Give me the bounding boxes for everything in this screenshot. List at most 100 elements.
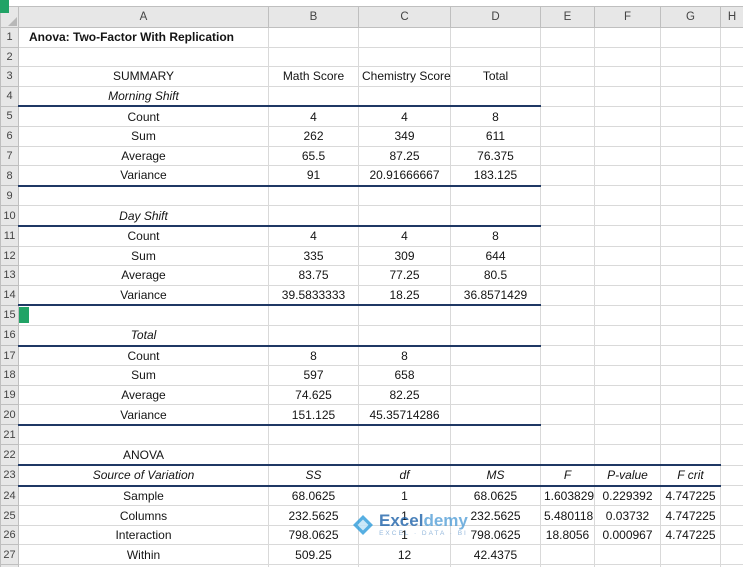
row-header-8[interactable]: 8	[0, 165, 19, 187]
row-header-3[interactable]: 3	[0, 66, 19, 87]
cell-D12[interactable]: 644	[450, 246, 541, 267]
cell-G1[interactable]	[660, 27, 721, 48]
cell-H4[interactable]	[720, 86, 743, 107]
column-header-G[interactable]: G	[660, 6, 721, 28]
cell-F1[interactable]	[594, 27, 661, 48]
cell-G8[interactable]	[660, 165, 721, 187]
cell-H10[interactable]	[720, 205, 743, 227]
row-header-6[interactable]: 6	[0, 125, 19, 147]
cell-A27[interactable]: Within	[18, 544, 269, 566]
cell-H6[interactable]	[720, 126, 743, 147]
cell-B21[interactable]	[268, 424, 359, 446]
cell-C5[interactable]: 4	[358, 106, 451, 127]
cell-F12[interactable]	[594, 246, 661, 267]
cell-D11[interactable]: 8	[450, 225, 541, 247]
cell-E23[interactable]: F	[540, 465, 595, 487]
cell-B27[interactable]: 509.25	[268, 544, 359, 566]
cell-H17[interactable]	[720, 345, 743, 367]
cell-B26[interactable]: 798.0625	[268, 525, 359, 546]
cell-E7[interactable]	[540, 146, 595, 167]
column-header-B[interactable]: B	[268, 6, 359, 28]
cell-C16[interactable]	[358, 325, 451, 347]
cell-C9[interactable]	[358, 185, 451, 207]
cell-E3[interactable]	[540, 66, 595, 87]
cell-F17[interactable]	[594, 345, 661, 367]
cell-H16[interactable]	[720, 325, 743, 347]
row-header-18[interactable]: 18	[0, 365, 19, 386]
cell-B8[interactable]: 91	[268, 165, 359, 187]
cell-D10[interactable]	[450, 205, 541, 227]
cell-B15[interactable]	[268, 305, 359, 326]
cell-E6[interactable]	[540, 126, 595, 147]
cell-F8[interactable]	[594, 165, 661, 187]
cell-B7[interactable]: 65.5	[268, 146, 359, 167]
row-header-12[interactable]: 12	[0, 245, 19, 267]
cell-C25[interactable]: 1	[358, 505, 451, 526]
cell-F14[interactable]	[594, 285, 661, 306]
cell-D22[interactable]	[450, 444, 541, 467]
cell-B16[interactable]	[268, 325, 359, 347]
cell-F24[interactable]: 0.229392	[594, 485, 661, 507]
cell-D5[interactable]: 8	[450, 106, 541, 127]
cell-C12[interactable]: 309	[358, 246, 451, 267]
cell-D9[interactable]	[450, 185, 541, 207]
cell-G13[interactable]	[660, 265, 721, 286]
cell-F15[interactable]	[594, 305, 661, 326]
cell-A8[interactable]: Variance	[18, 165, 269, 187]
cell-A15[interactable]	[18, 305, 269, 326]
row-header-7[interactable]: 7	[0, 145, 19, 167]
cell-H27[interactable]	[720, 544, 743, 566]
cell-C19[interactable]: 82.25	[358, 385, 451, 406]
cell-H19[interactable]	[720, 385, 743, 406]
row-header-1[interactable]: 1	[0, 27, 19, 48]
cell-A14[interactable]: Variance	[18, 285, 269, 307]
cell-F18[interactable]	[594, 365, 661, 386]
row-header-26[interactable]: 26	[0, 524, 19, 546]
cell-F25[interactable]: 0.03732	[594, 505, 661, 526]
cell-B18[interactable]: 597	[268, 365, 359, 386]
cell-G3[interactable]	[660, 66, 721, 87]
cell-C8[interactable]: 20.91666667	[358, 165, 451, 187]
cell-G10[interactable]	[660, 205, 721, 227]
cell-B1[interactable]	[268, 27, 359, 48]
cell-G24[interactable]: 4.747225	[660, 485, 721, 507]
row-header-27[interactable]: 27	[0, 544, 19, 566]
cell-G14[interactable]	[660, 285, 721, 306]
cell-D13[interactable]: 80.5	[450, 265, 541, 286]
cell-G4[interactable]	[660, 86, 721, 107]
row-header-15[interactable]: 15	[0, 304, 19, 326]
cell-A23[interactable]: Source of Variation	[18, 465, 269, 487]
cell-G26[interactable]: 4.747225	[660, 525, 721, 546]
cell-A21[interactable]	[18, 424, 269, 446]
cell-D21[interactable]	[450, 424, 541, 446]
cell-E12[interactable]	[540, 246, 595, 267]
cell-A7[interactable]: Average	[18, 146, 269, 167]
cell-B22[interactable]	[268, 444, 359, 467]
cell-D2[interactable]	[450, 47, 541, 68]
cell-B3[interactable]: Math Score	[268, 66, 359, 87]
cell-A9[interactable]	[18, 185, 269, 207]
cell-A10[interactable]: Day Shift	[18, 205, 269, 227]
column-header-E[interactable]: E	[540, 6, 595, 28]
cell-A24[interactable]: Sample	[18, 485, 269, 507]
cell-C14[interactable]: 18.25	[358, 285, 451, 307]
cell-A13[interactable]: Average	[18, 265, 269, 286]
cell-B25[interactable]: 232.5625	[268, 505, 359, 526]
cell-C13[interactable]: 77.25	[358, 265, 451, 286]
cell-C10[interactable]	[358, 205, 451, 227]
cell-F26[interactable]: 0.000967	[594, 525, 661, 546]
cell-C18[interactable]: 658	[358, 365, 451, 386]
row-header-10[interactable]: 10	[0, 205, 19, 227]
row-header-23[interactable]: 23	[0, 464, 19, 487]
column-header-H[interactable]: H	[720, 6, 743, 28]
row-header-20[interactable]: 20	[0, 404, 19, 426]
cell-H2[interactable]	[720, 47, 743, 68]
cell-E13[interactable]	[540, 265, 595, 286]
cell-H18[interactable]	[720, 365, 743, 386]
cell-C11[interactable]: 4	[358, 225, 451, 247]
cell-A16[interactable]: Total	[18, 325, 269, 347]
cell-D6[interactable]: 611	[450, 126, 541, 147]
row-header-17[interactable]: 17	[0, 344, 19, 367]
cell-D18[interactable]	[450, 365, 541, 386]
cell-H11[interactable]	[720, 225, 743, 247]
